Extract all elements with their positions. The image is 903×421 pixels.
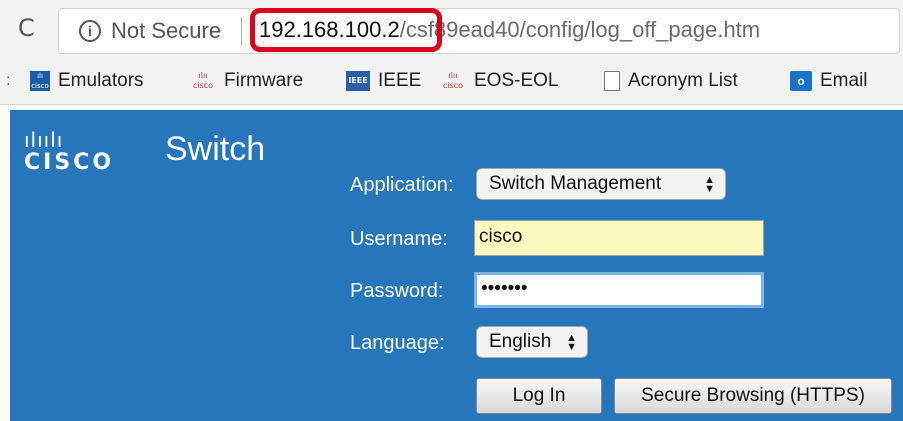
- url-path: /csf89ead40/config/log_off_page.htm: [399, 17, 761, 42]
- cisco-icon: ılıı cisco: [192, 71, 214, 90]
- secure-browsing-button[interactable]: Secure Browsing (HTTPS): [614, 378, 892, 414]
- username-field[interactable]: cisco: [474, 220, 764, 256]
- language-select[interactable]: English ▲ ▼: [476, 326, 588, 358]
- url-field[interactable]: i Not Secure 192.168.100.2/csf89ead40/co…: [58, 8, 900, 54]
- username-label: Username:: [350, 228, 448, 250]
- url-divider: [241, 17, 242, 45]
- cisco-wordmark: CISCO: [24, 150, 115, 175]
- select-arrows-icon: ▲ ▼: [566, 332, 577, 354]
- url-text[interactable]: 192.168.100.2/csf89ead40/config/log_off_…: [259, 17, 760, 43]
- password-field[interactable]: •••••••: [474, 272, 764, 308]
- password-label: Password:: [350, 280, 444, 302]
- bookmark-ieee[interactable]: IEEE IEEE: [346, 70, 421, 94]
- cisco-icon: ılıı cisco: [442, 71, 464, 90]
- url-host: 192.168.100.2: [259, 17, 400, 42]
- bookmark-emulators[interactable]: ılı cisco Emulators: [30, 70, 144, 94]
- product-title: Switch: [165, 130, 266, 168]
- application-select[interactable]: Switch Management ▲ ▼: [476, 168, 726, 200]
- bookmark-email[interactable]: o Email: [790, 70, 868, 94]
- bookmark-acronym-list[interactable]: Acronym List: [604, 70, 738, 94]
- application-value: Switch Management: [489, 173, 662, 194]
- language-label: Language:: [350, 332, 445, 354]
- reload-icon[interactable]: C: [18, 14, 44, 42]
- info-icon[interactable]: i: [79, 20, 101, 42]
- bookmarks-bar: : ılı cisco Emulators ılıı cisco Firmware IE…: [0, 58, 903, 105]
- log-in-button[interactable]: Log In: [476, 378, 602, 414]
- overflow-dot-icon: :: [6, 72, 11, 89]
- cisco-bars-icon: ılıılı: [24, 128, 64, 152]
- ieee-icon: IEEE: [346, 71, 370, 91]
- document-icon: [604, 71, 620, 91]
- address-bar-area: C i Not Secure 192.168.100.2/csf89ead40/…: [0, 0, 903, 58]
- language-value: English: [489, 331, 552, 352]
- security-status[interactable]: Not Secure: [111, 18, 221, 44]
- cisco-square-icon: ılı cisco: [30, 71, 50, 91]
- bookmark-eos-eol[interactable]: ılıı cisco EOS-EOL: [440, 70, 559, 94]
- outlook-icon: o: [790, 71, 812, 91]
- cisco-logo: ılıılı CISCO: [24, 130, 114, 175]
- select-arrows-icon: ▲ ▼: [704, 174, 715, 196]
- bookmark-firmware[interactable]: ılıı cisco Firmware: [190, 70, 303, 94]
- application-label: Application:: [350, 174, 454, 196]
- login-panel: ılıılı CISCO Switch Application: Switch …: [10, 110, 903, 421]
